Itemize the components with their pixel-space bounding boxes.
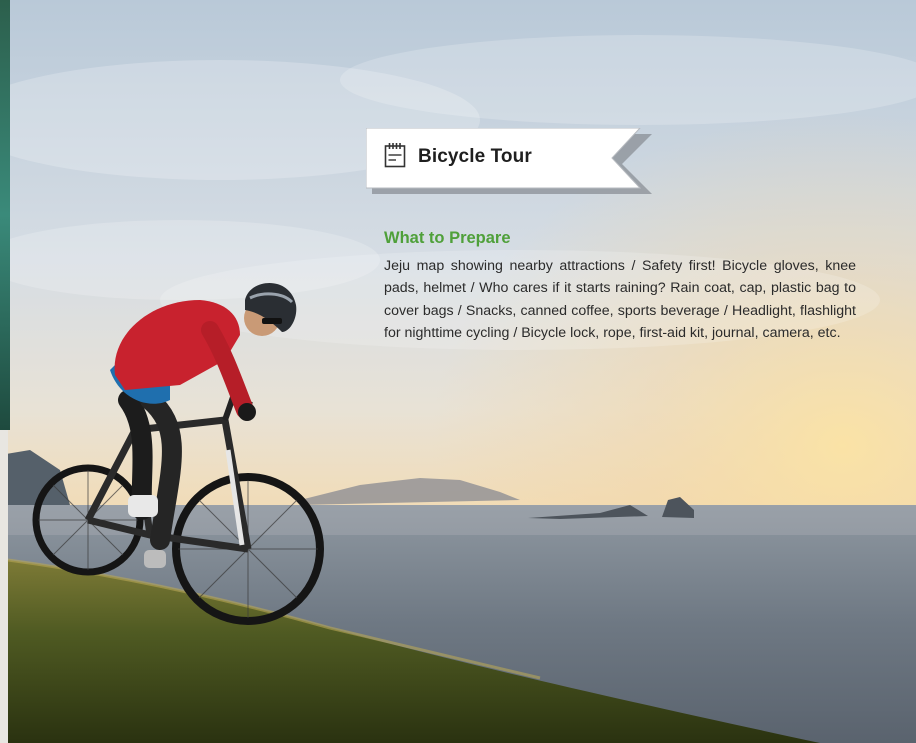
background-photo (0, 0, 916, 743)
section-body: Jeju map showing nearby attractions / Sa… (384, 258, 856, 342)
bicycle-tour-banner: Bicycle Tour (366, 128, 652, 194)
notepad-icon (384, 142, 406, 168)
banner-title: Bicycle Tour (418, 146, 532, 167)
section-heading: What to Prepare (384, 229, 511, 247)
what-to-prepare-section: What to Prepare Jeju map showing nearby … (384, 229, 856, 345)
